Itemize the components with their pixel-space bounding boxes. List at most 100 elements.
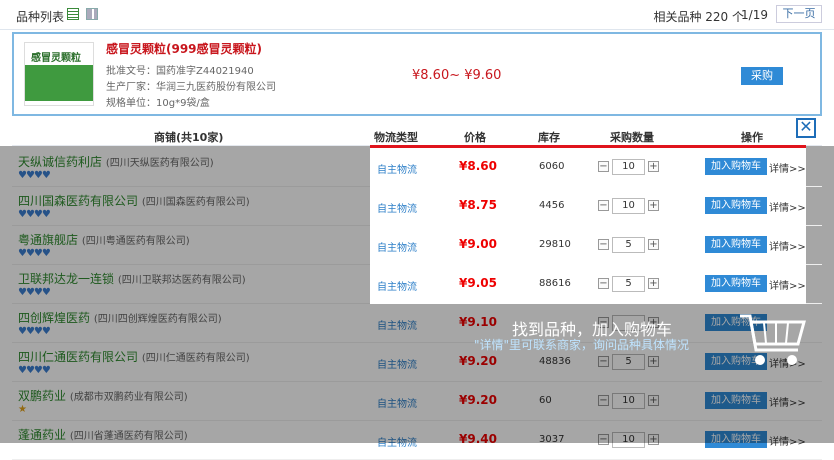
shop-rating-icon: ♥♥♥♥ <box>18 287 51 298</box>
shop-name[interactable]: 四创辉煌医药 (四川四创辉煌医药有限公司) <box>18 309 222 326</box>
shop-name[interactable]: 蓬通药业 (四川省蓬通医药有限公司) <box>18 426 188 443</box>
manufacturer: 生产厂家：华润三九医药股份有限公司 <box>106 82 276 93</box>
shop-rating-icon: ♥♥♥♥ <box>18 248 51 259</box>
logistics-type: 自主物流 <box>377 438 417 449</box>
header-price: 价格 <box>464 131 486 144</box>
quantity-input[interactable]: 5 <box>612 237 645 253</box>
add-to-cart-button[interactable]: 加入购物车 <box>705 392 767 409</box>
detail-link[interactable]: 详情>> <box>769 160 806 175</box>
quantity-input[interactable]: 10 <box>612 198 645 214</box>
detail-link[interactable]: 详情>> <box>769 199 806 214</box>
approval-number: 批准文号：国药准字Z44021940 <box>106 66 254 77</box>
table-row: 蓬通药业 (四川省蓬通医药有限公司) 自主物流 ¥9.40 3037 −10 + 加入购物车… <box>12 421 822 460</box>
plus-icon[interactable]: + <box>648 434 659 445</box>
shop-table-header: 商铺(共10家) 物流类型 价格 库存 采购数量 操作 <box>12 124 822 146</box>
plus-icon[interactable]: + <box>648 278 659 289</box>
close-icon[interactable]: ✕ <box>796 118 816 138</box>
minus-icon[interactable]: − <box>598 434 609 445</box>
header-stock: 库存 <box>538 131 560 144</box>
logistics-type: 自主物流 <box>377 204 417 215</box>
quantity-stepper: −5+ <box>598 354 662 370</box>
quantity-input[interactable]: 10 <box>612 432 645 448</box>
quantity-input[interactable]: 5 <box>612 276 645 292</box>
shop-link[interactable]: 四川国森医药有限公司 <box>18 194 138 208</box>
add-to-cart-button[interactable]: 加入购物车 <box>705 236 767 253</box>
shop-rating-icon: ♥♥♥♥ <box>18 209 51 220</box>
add-to-cart-button[interactable]: 加入购物车 <box>705 197 767 214</box>
shop-rating-icon: ♥♥♥♥ <box>18 326 51 337</box>
list-title: 品种列表 <box>16 10 65 24</box>
purchase-button[interactable]: 采购 <box>741 67 783 85</box>
plus-icon[interactable]: + <box>648 200 659 211</box>
plus-icon[interactable]: + <box>648 395 659 406</box>
shop-link[interactable]: 双鹏药业 <box>18 389 66 403</box>
page-indicator: 1/19 <box>741 8 768 22</box>
stock-count: 3037 <box>539 434 565 445</box>
minus-icon[interactable]: − <box>598 161 609 172</box>
shop-name[interactable]: 双鹏药业 (成都市双鹏药业有限公司) <box>18 387 188 404</box>
add-to-cart-button[interactable]: 加入购物车 <box>705 431 767 448</box>
shop-name[interactable]: 卫联邦达龙一连锁 (四川卫联邦达医药有限公司) <box>18 270 246 287</box>
shop-link[interactable]: 粤通旗舰店 <box>18 233 78 247</box>
shop-company: (四川四创辉煌医药有限公司) <box>93 314 222 325</box>
grid-view-icon[interactable] <box>86 8 98 20</box>
detail-link[interactable]: 详情>> <box>769 277 806 292</box>
shop-name[interactable]: 四川仁通医药有限公司 (四川仁通医药有限公司) <box>18 348 250 365</box>
plus-icon[interactable]: + <box>648 161 659 172</box>
product-image[interactable]: 感冒灵颗粒 <box>24 42 94 106</box>
minus-icon[interactable]: − <box>598 239 609 250</box>
list-view-icon[interactable] <box>67 8 79 20</box>
unit-price: ¥8.60 <box>459 159 497 173</box>
shop-name[interactable]: 四川国森医药有限公司 (四川国森医药有限公司) <box>18 192 250 209</box>
shop-link[interactable]: 蓬通药业 <box>18 428 66 442</box>
minus-icon[interactable]: − <box>598 356 609 367</box>
shop-name[interactable]: 粤通旗舰店 (四川粤通医药有限公司) <box>18 231 190 248</box>
detail-link[interactable]: 详情>> <box>769 238 806 253</box>
minus-icon[interactable]: − <box>598 200 609 211</box>
shop-company: (四川天纵医药有限公司) <box>105 158 214 169</box>
logistics-type: 自主物流 <box>377 360 417 371</box>
logistics-type: 自主物流 <box>377 282 417 293</box>
minus-icon[interactable]: − <box>598 395 609 406</box>
shop-company: (四川仁通医药有限公司) <box>141 353 250 364</box>
quantity-stepper: −10+ <box>598 432 662 448</box>
unit-price: ¥9.20 <box>459 393 497 407</box>
quantity-input[interactable]: 5 <box>612 354 645 370</box>
unit-price: ¥9.20 <box>459 354 497 368</box>
shop-link[interactable]: 四川仁通医药有限公司 <box>18 350 138 364</box>
unit-price: ¥9.10 <box>459 315 497 329</box>
plus-icon[interactable]: + <box>648 239 659 250</box>
stock-count: 6060 <box>539 161 565 172</box>
stock-count: 60 <box>539 395 552 406</box>
quantity-stepper: −10+ <box>598 159 662 175</box>
stock-count: 29810 <box>539 239 571 250</box>
shop-rating-icon: ★ <box>18 404 27 415</box>
shop-company: (四川粤通医药有限公司) <box>81 236 190 247</box>
shop-link[interactable]: 天纵诚信药利店 <box>18 155 102 169</box>
shop-rating-icon: ♥♥♥♥ <box>18 365 51 376</box>
quantity-input[interactable]: 10 <box>612 393 645 409</box>
unit-price: ¥9.05 <box>459 276 497 290</box>
table-row: 双鹏药业 (成都市双鹏药业有限公司) ★ 自主物流 ¥9.20 60−10 + 加入购物车详… <box>12 382 822 421</box>
quantity-stepper: −5+ <box>598 276 662 292</box>
shop-company: (四川国森医药有限公司) <box>141 197 250 208</box>
detail-link[interactable]: 详情>> <box>769 433 806 448</box>
result-count: 相关品种 220 个 <box>653 10 744 24</box>
header-shop: 商铺(共10家) <box>154 131 224 144</box>
shop-company: (成都市双鹏药业有限公司) <box>69 392 188 403</box>
add-to-cart-button[interactable]: 加入购物车 <box>705 275 767 292</box>
header-logistics: 物流类型 <box>374 131 418 144</box>
shop-link[interactable]: 四创辉煌医药 <box>18 311 90 325</box>
detail-link[interactable]: 详情>> <box>769 394 806 409</box>
next-page-button[interactable]: 下一页 <box>776 5 822 23</box>
unit-price: ¥9.00 <box>459 237 497 251</box>
minus-icon[interactable]: − <box>598 278 609 289</box>
unit-price: ¥8.75 <box>459 198 497 212</box>
product-name[interactable]: 感冒灵颗粒(999感冒灵颗粒) <box>106 40 262 57</box>
unit-price: ¥9.40 <box>459 432 497 446</box>
add-to-cart-button[interactable]: 加入购物车 <box>705 158 767 175</box>
plus-icon[interactable]: + <box>648 356 659 367</box>
shop-name[interactable]: 天纵诚信药利店 (四川天纵医药有限公司) <box>18 153 214 170</box>
shop-link[interactable]: 卫联邦达龙一连锁 <box>18 272 114 286</box>
quantity-input[interactable]: 10 <box>612 159 645 175</box>
